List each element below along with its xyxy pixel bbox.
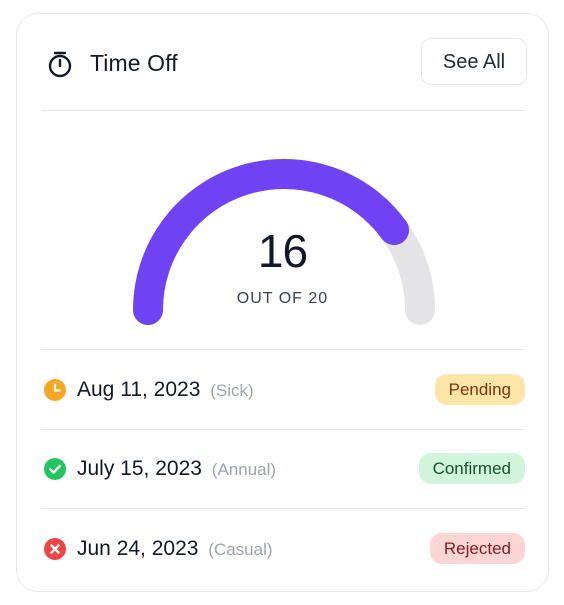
time-off-gauge: 16 OUT OF 20 [17, 114, 548, 349]
see-all-button[interactable]: See All [421, 38, 527, 85]
status-badge: Pending [434, 374, 525, 405]
card-title: Time Off [90, 50, 178, 76]
request-date: Jun 24, 2023 [77, 537, 199, 560]
request-date-text: Jun 24, 2023 (Casual) [77, 535, 273, 564]
x-circle-icon [44, 538, 66, 560]
gauge-value: 16 [257, 225, 308, 277]
request-date-text: July 15, 2023 (Annual) [77, 455, 276, 484]
clock-icon [44, 379, 66, 401]
request-type: (Casual) [208, 540, 273, 559]
request-type: (Sick) [210, 381, 254, 400]
stopwatch-icon [48, 51, 72, 78]
request-date-text: Aug 11, 2023 (Sick) [77, 376, 254, 405]
status-badge: Confirmed [418, 453, 525, 484]
time-off-card: Time Off See All 16 OUT OF 20 Aug 11, 20… [16, 13, 549, 592]
check-circle-icon [44, 458, 66, 480]
list-item[interactable]: Jun 24, 2023 (Casual) Rejected [41, 510, 525, 588]
status-badge: Rejected [429, 533, 525, 564]
card-header: Time Off See All [17, 14, 548, 111]
header-divider [41, 110, 525, 111]
request-date: July 15, 2023 [77, 457, 202, 480]
list-item[interactable]: July 15, 2023 (Annual) Confirmed [41, 430, 525, 508]
list-item[interactable]: Aug 11, 2023 (Sick) Pending [41, 351, 525, 429]
row-divider [41, 508, 525, 509]
gauge-caption: OUT OF 20 [236, 290, 329, 307]
request-date: Aug 11, 2023 [77, 378, 201, 401]
request-type: (Annual) [211, 460, 277, 479]
gauge-divider [41, 349, 525, 350]
